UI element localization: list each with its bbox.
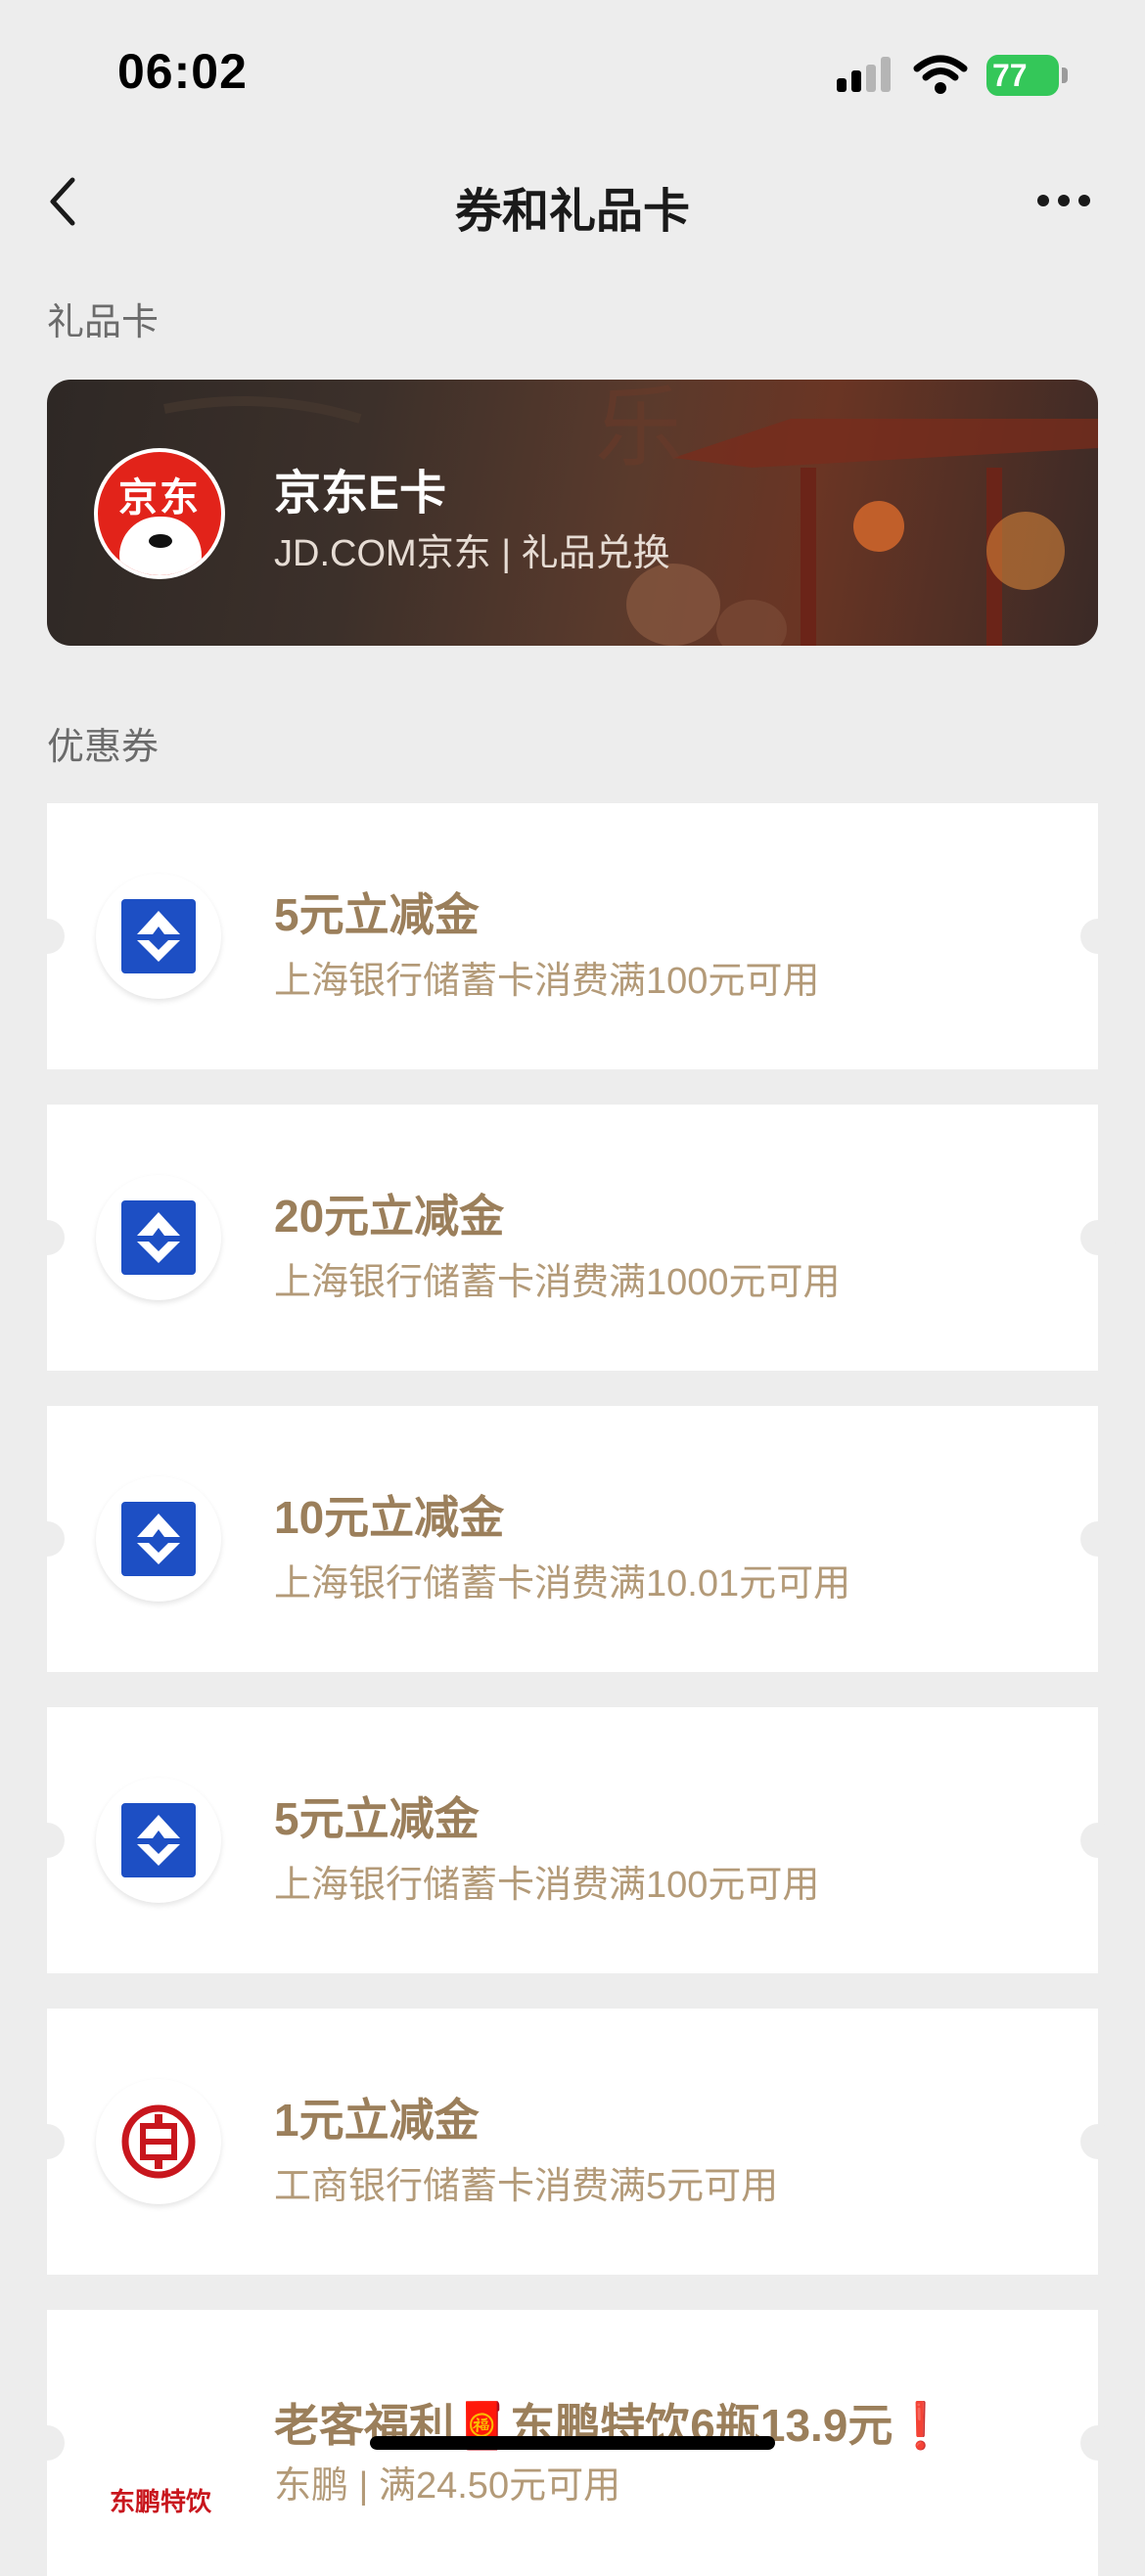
coupon-notch-left <box>29 1521 65 1557</box>
svg-text:乐: 乐 <box>595 380 683 479</box>
status-time: 06:02 <box>117 44 248 99</box>
cellular-signal-icon <box>837 57 891 92</box>
bank-of-shanghai-icon <box>96 874 221 999</box>
wifi-icon <box>913 55 968 94</box>
coupon-section-label: 优惠券 <box>47 727 160 768</box>
coupon-notch-left <box>29 919 65 954</box>
coupon-title: 5元立减金 <box>274 889 480 940</box>
coupon-title: 10元立减金 <box>274 1492 505 1543</box>
jd-logo-icon: 京东 <box>94 448 225 579</box>
coupon-title: 20元立减金 <box>274 1191 505 1242</box>
dongpeng-icon: 东鹏特饮 <box>96 2380 221 2517</box>
coupon-notch-right <box>1080 919 1116 954</box>
gift-section-label: 礼品卡 <box>47 302 160 343</box>
coupon-card[interactable]: 1元立减金 工商银行储蓄卡消费满5元可用 <box>29 2009 1116 2275</box>
coupon-title: 5元立减金 <box>274 1793 480 1844</box>
coupon-title: 1元立减金 <box>274 2095 480 2146</box>
home-indicator <box>370 2436 775 2450</box>
gift-card-subtitle: JD.COM京东 | 礼品兑换 <box>274 533 670 574</box>
dongpeng-logo-text: 东鹏特饮 <box>109 2488 211 2517</box>
more-dots-icon[interactable] <box>1035 190 1092 211</box>
coupon-card[interactable]: 5元立减金 上海银行储蓄卡消费满100元可用 <box>29 803 1116 1069</box>
page-title: 券和礼品卡 <box>454 186 690 238</box>
coupon-notch-right <box>1080 1220 1116 1255</box>
status-bar: 06:02 77 <box>0 0 1145 147</box>
jd-logo-text: 京东 <box>118 476 201 520</box>
coupon-card[interactable]: 5元立减金 上海银行储蓄卡消费满100元可用 <box>29 1707 1116 1973</box>
coupon-desc: 上海银行储蓄卡消费满100元可用 <box>274 1865 820 1906</box>
coupon-desc: 东鹏 | 满24.50元可用 <box>274 2465 621 2507</box>
coupon-desc: 上海银行储蓄卡消费满1000元可用 <box>274 1262 841 1303</box>
bank-of-shanghai-icon <box>96 1778 221 1903</box>
gift-card-jd[interactable]: 乐 京东 京东E卡 JD.COM京东 | 礼品兑换 <box>47 380 1098 646</box>
coupon-card[interactable]: 10元立减金 上海银行储蓄卡消费满10.01元可用 <box>29 1406 1116 1672</box>
coupon-desc: 上海银行储蓄卡消费满100元可用 <box>274 961 820 1002</box>
coupon-notch-left <box>29 1220 65 1255</box>
coupon-notch-left <box>29 2124 65 2159</box>
coupon-notch-left <box>29 1823 65 1858</box>
jd-mascot-icon <box>119 517 202 575</box>
gift-card-name: 京东E卡 <box>274 468 447 520</box>
coupon-desc: 上海银行储蓄卡消费满10.01元可用 <box>274 1563 851 1604</box>
coupon-card[interactable]: 20元立减金 上海银行储蓄卡消费满1000元可用 <box>29 1105 1116 1371</box>
coupon-notch-right <box>1080 2425 1116 2461</box>
coupon-notch-left <box>29 2425 65 2461</box>
bank-of-shanghai-icon <box>96 1476 221 1602</box>
battery-icon: 77 <box>986 55 1059 96</box>
battery-cap <box>1062 68 1068 83</box>
coupon-desc: 工商银行储蓄卡消费满5元可用 <box>274 2166 779 2207</box>
bank-of-shanghai-icon <box>96 1175 221 1300</box>
coupon-notch-right <box>1080 2124 1116 2159</box>
icbc-icon <box>96 2079 221 2204</box>
coupon-notch-right <box>1080 1823 1116 1858</box>
coupon-notch-right <box>1080 1521 1116 1557</box>
nav-bar: 券和礼品卡 <box>0 147 1145 254</box>
